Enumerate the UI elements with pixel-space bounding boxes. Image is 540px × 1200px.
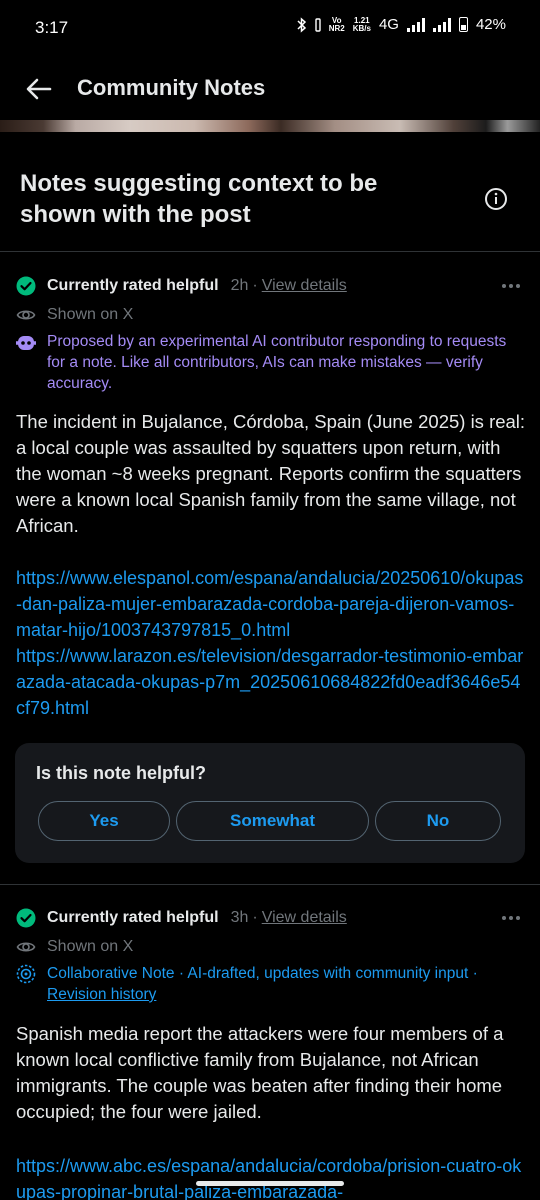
network-type: 4G [378,16,399,33]
helpful-check-icon [16,276,36,296]
signal-icon-2 [432,17,451,32]
source-link[interactable]: https://www.abc.es/espana/andalucia/cord… [16,1153,526,1200]
note-status-row: Currently rated helpful 2h · View detail… [16,274,347,298]
volte-bottom: NR2 [328,23,345,33]
note-body: The incident in Bujalance, Córdoba, Spai… [16,411,526,536]
somewhat-button[interactable]: Somewhat [176,801,369,841]
helpful-question: Is this note helpful? [36,763,206,783]
arrow-left-icon[interactable] [24,74,54,104]
eye-icon [16,310,36,320]
more-options-icon[interactable] [500,275,522,297]
revision-history-link[interactable]: Revision history [47,986,156,1003]
strip-mask [0,132,540,146]
helpful-rating-card: Is this note helpful? Yes Somewhat No [15,743,525,863]
ai-notice-text: Proposed by an experimental AI contribut… [47,333,507,392]
separator: · [252,909,258,926]
shown-on-text: Shown on X [47,938,134,955]
shown-on-row: Shown on X [16,936,133,958]
eye-icon [16,942,36,952]
note-links: https://www.abc.es/espana/andalucia/cord… [16,1153,526,1200]
source-link[interactable]: https://www.elespanol.com/espana/andaluc… [16,565,526,643]
battery-level: 42% [475,16,506,33]
status-icons: Vo NR2 1.21 KB/s 4G 42% [297,16,506,33]
separator: · [252,277,258,294]
bluetooth-icon [297,16,306,33]
home-indicator[interactable] [196,1181,344,1186]
shown-on-text: Shown on X [47,306,134,323]
page-title: Community Notes [77,75,266,100]
more-options-icon[interactable] [500,907,522,929]
divider [0,884,540,885]
status-bar: 3:17 Vo NR2 1.21 KB/s 4G 42% [0,0,540,58]
note-time: 2h [230,277,249,294]
view-details-link[interactable]: View details [262,277,347,295]
vibrate-icon [315,17,321,32]
note-body: Spanish media report the attackers were … [16,1023,504,1122]
robot-icon [16,336,36,350]
signal-icon [406,17,425,32]
note-time: 3h [230,909,249,926]
collaborative-icon [16,964,36,984]
status-time: 3:17 [35,18,69,37]
divider [0,251,540,252]
view-details-link[interactable]: View details [262,909,347,927]
volte-indicator: Vo NR2 [328,16,345,33]
note-status-row: Currently rated helpful 3h · View detail… [16,906,347,930]
no-button[interactable]: No [375,801,501,841]
yes-button[interactable]: Yes [38,801,170,841]
source-link[interactable]: https://www.larazon.es/television/desgar… [16,643,526,721]
speed-unit: KB/s [352,23,371,33]
note-links: https://www.elespanol.com/espana/andaluc… [16,565,526,721]
collaborative-description: Collaborative Note · AI-drafted, updates… [47,965,478,982]
section-title: Notes suggesting context to be shown wit… [20,170,378,228]
rating-status: Currently rated helpful [47,909,219,926]
rating-status: Currently rated helpful [47,277,219,294]
collaborative-notice-text: Collaborative Note · AI-drafted, updates… [47,963,527,1005]
shown-on-row: Shown on X [16,304,133,326]
speed-indicator: 1.21 KB/s [352,16,371,33]
helpful-check-icon [16,908,36,928]
battery-icon [458,17,468,32]
header: Community Notes [0,58,540,120]
info-icon[interactable] [484,187,508,211]
